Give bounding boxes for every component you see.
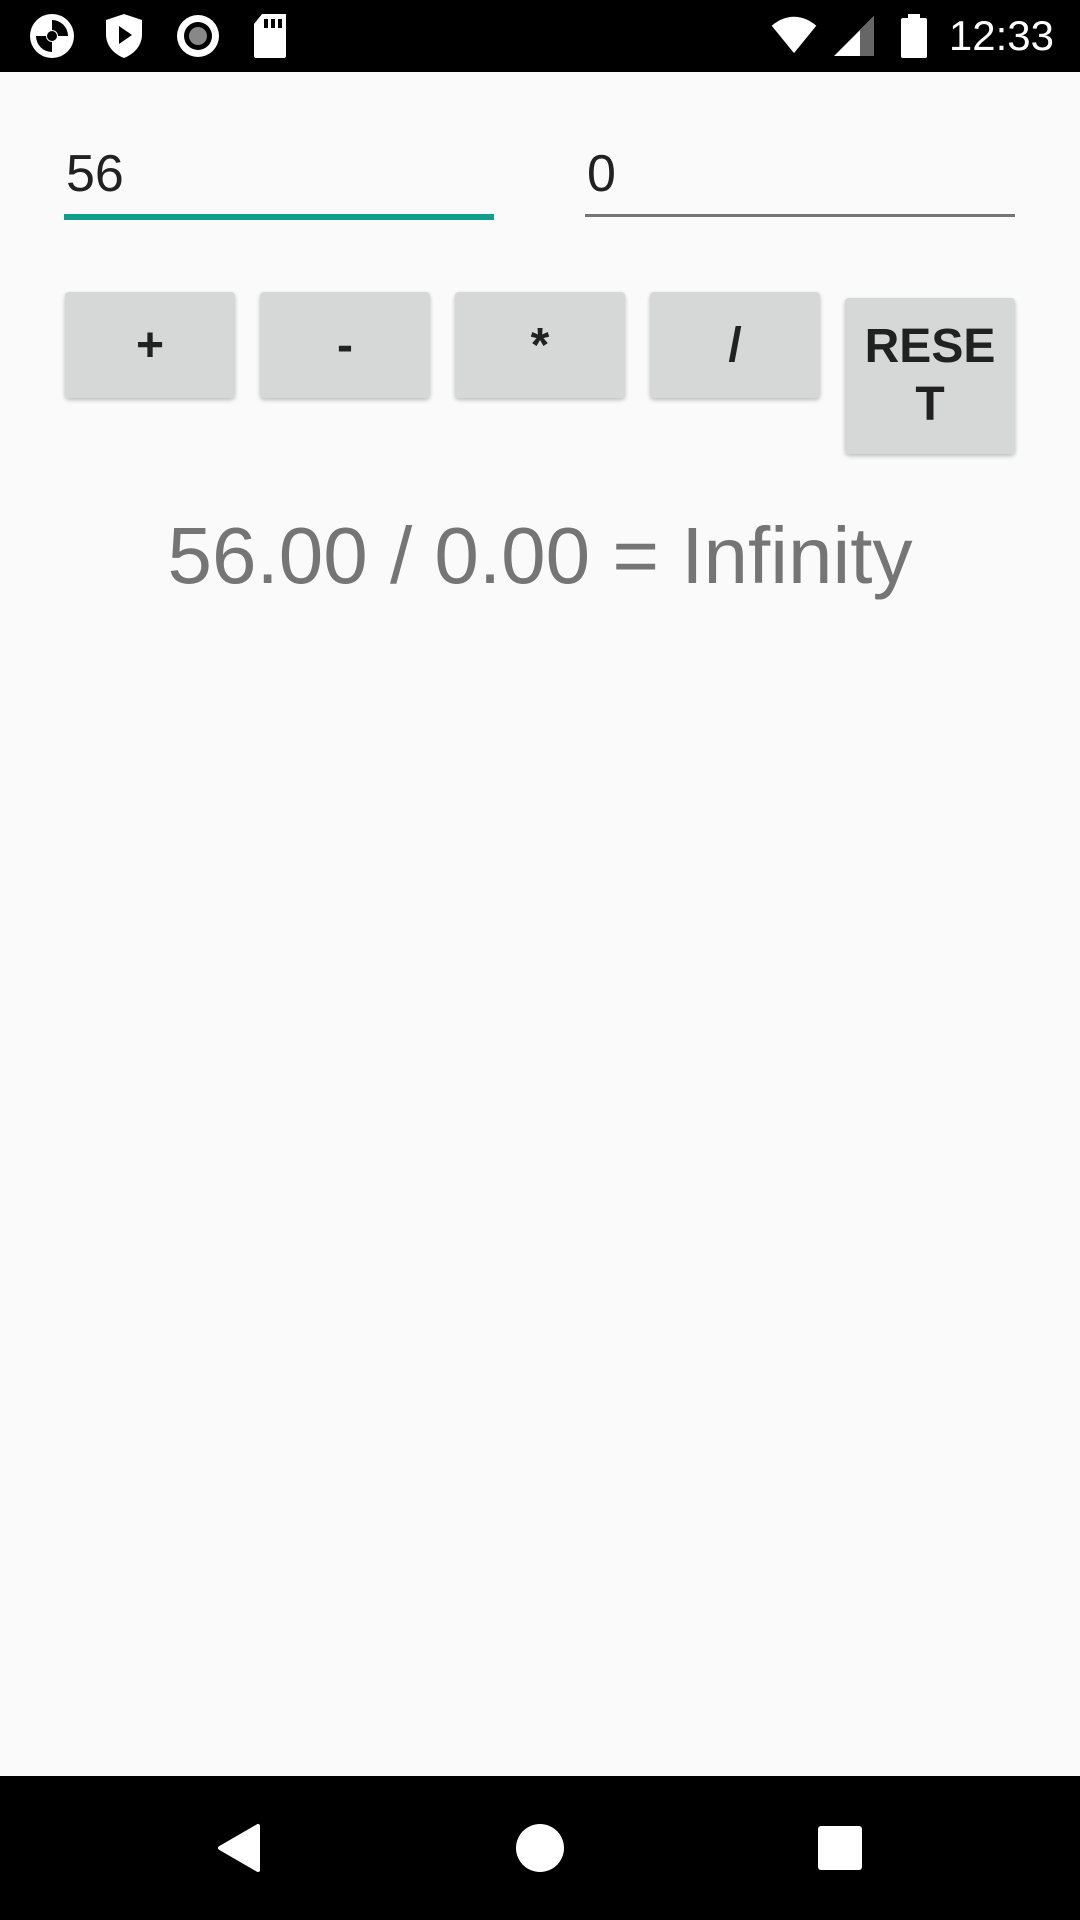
battery-icon: [890, 12, 938, 60]
result-text: 56.00 / 0.00 = Infinity: [167, 511, 913, 600]
record-icon: [174, 12, 222, 60]
first-number-underline: [64, 214, 494, 220]
divide-button[interactable]: /: [650, 292, 820, 398]
sd-card-icon: [246, 12, 294, 60]
second-number-value: 0: [587, 145, 616, 203]
clock-time: 12:33: [948, 12, 1054, 59]
first-number-value: 56: [66, 145, 124, 203]
subtract-button[interactable]: -: [260, 292, 430, 398]
reset-button[interactable]: RESET: [845, 298, 1015, 454]
multiply-button[interactable]: *: [455, 292, 625, 398]
second-number-input[interactable]: 0: [585, 130, 1015, 222]
home-icon[interactable]: [490, 1798, 590, 1898]
recents-icon[interactable]: [790, 1798, 890, 1898]
second-number-underline: [585, 214, 1015, 217]
navigation-bar: [0, 1776, 1080, 1920]
shield-play-icon: [100, 12, 148, 60]
add-button[interactable]: +: [65, 292, 235, 398]
back-icon[interactable]: [190, 1798, 290, 1898]
first-number-input[interactable]: 56: [64, 130, 494, 222]
cell-signal-icon: [830, 12, 878, 60]
wifi-icon: [770, 12, 818, 60]
cleaner-app-icon: [28, 12, 76, 60]
status-bar: 12:33: [0, 0, 1080, 72]
